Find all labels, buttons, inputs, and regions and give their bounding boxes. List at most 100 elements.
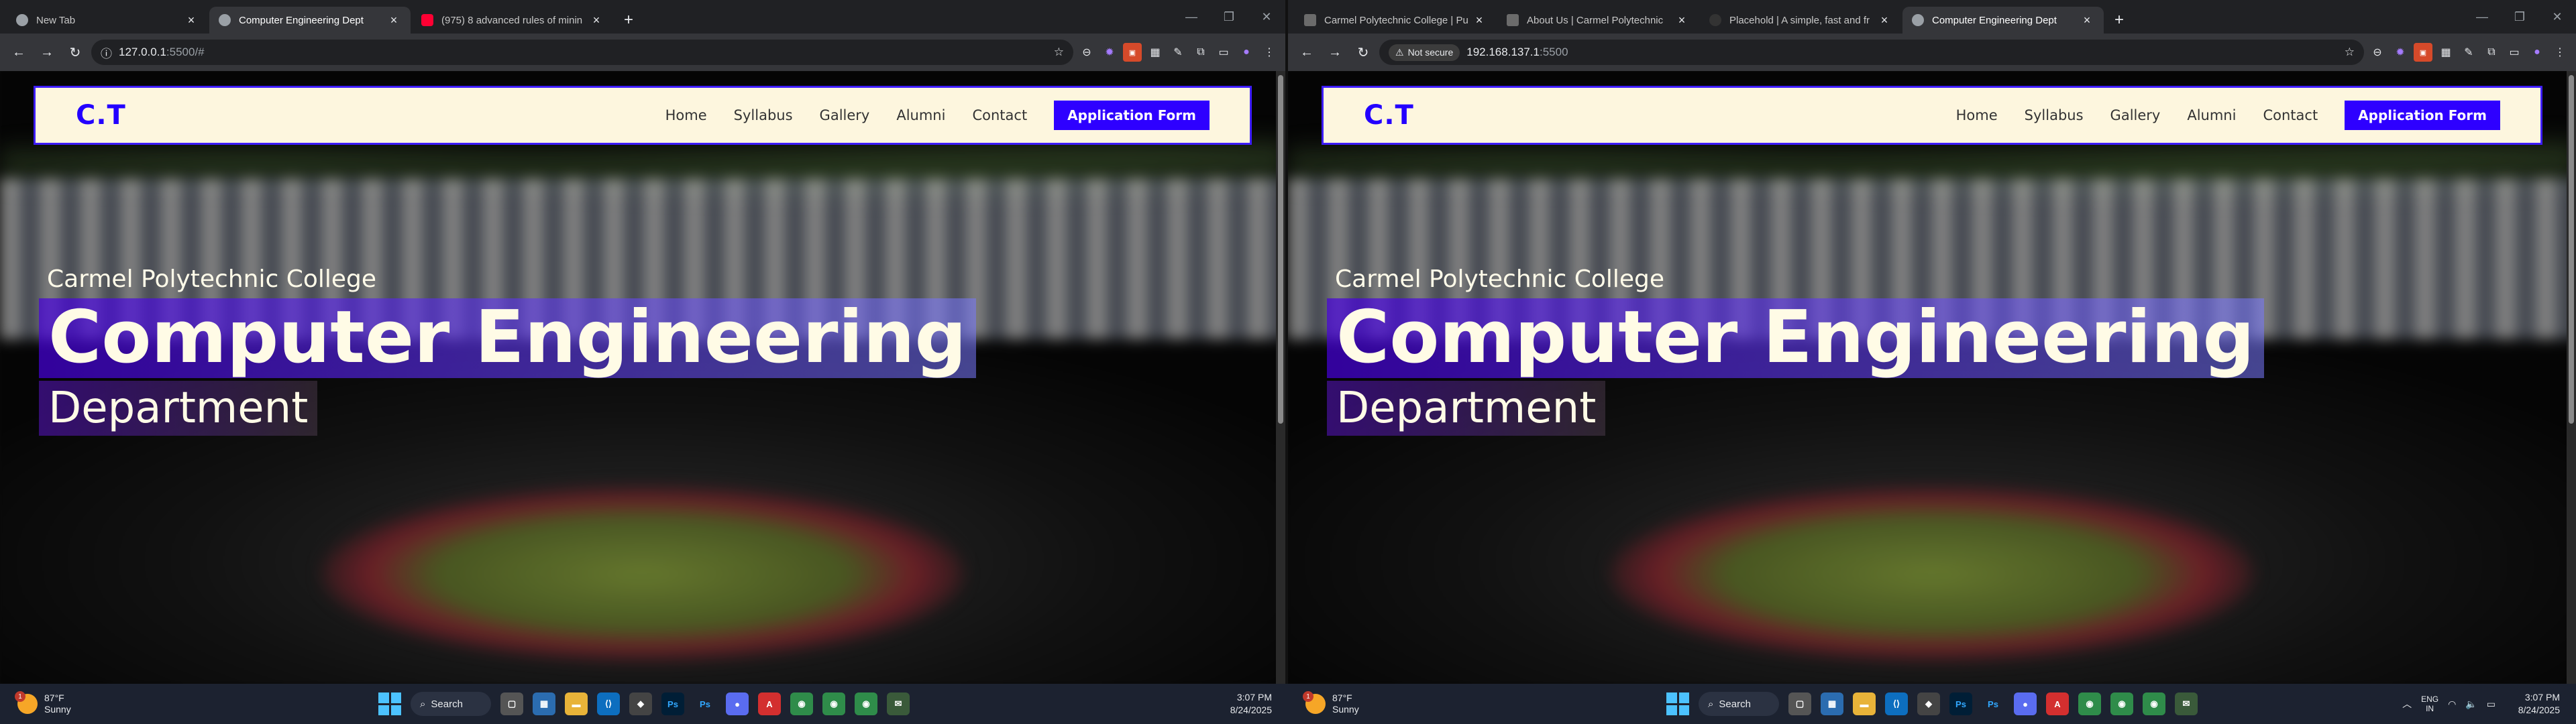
close-icon[interactable]: × [2080,13,2094,27]
screenshot-icon[interactable]: ▭ [1214,43,1233,62]
taskbar-search[interactable]: ⌕ Search [1699,692,1779,716]
minimize-button[interactable]: — [1173,0,1210,34]
close-window-button[interactable]: ✕ [1248,0,1285,34]
file-explorer-icon[interactable]: ▬ [1853,692,1876,715]
chrome-icon[interactable]: ◉ [790,692,813,715]
volume-icon[interactable]: 🔈 [2465,699,2477,710]
scrollbar-thumb[interactable] [2569,75,2574,424]
tab-computer-engineering[interactable]: Computer Engineering Dept × [1902,7,2104,34]
ext-icon-2[interactable]: ✹ [2391,43,2410,62]
acrobat-icon[interactable]: A [758,692,781,715]
taskbar-search[interactable]: ⌕ Search [411,692,491,716]
photoshop-express-icon[interactable]: Ps [1982,692,2004,715]
maximize-button[interactable]: ❐ [1210,0,1248,34]
windows-start-icon[interactable] [378,692,401,715]
widgets-icon[interactable]: ▦ [533,692,555,715]
not-secure-chip[interactable]: ⚠ Not secure [1389,44,1460,61]
close-icon[interactable]: × [1674,13,1689,27]
bookmark-star-icon[interactable]: ☆ [1054,46,1064,59]
menu-icon[interactable]: ⋮ [1260,43,1279,62]
photoshop-icon[interactable]: Ps [661,692,684,715]
tab-computer-engineering[interactable]: Computer Engineering Dept × [209,7,411,34]
close-icon[interactable]: × [184,13,199,27]
tab-carmel-polytechnic[interactable]: Carmel Polytechnic College | Pu × [1295,7,1496,34]
close-icon[interactable]: × [1472,13,1487,27]
vscode-icon[interactable]: ⟨⟩ [597,692,620,715]
application-form-button[interactable]: Application Form [1054,101,1210,130]
new-tab-button[interactable]: + [614,7,643,34]
ext-pen-icon[interactable]: ✎ [2459,43,2478,62]
close-icon[interactable]: × [386,13,401,27]
site-logo[interactable]: C.T [76,100,126,131]
extensions-icon[interactable]: ⧉ [2482,43,2501,62]
app-icon[interactable]: ◆ [1917,692,1940,715]
close-icon[interactable]: × [1877,13,1892,27]
clock[interactable]: 3:07 PM 8/24/2025 [2518,691,2560,717]
app-icon[interactable]: ● [2014,692,2037,715]
application-form-button[interactable]: Application Form [2345,101,2500,130]
ext-icon-2[interactable]: ✹ [1100,43,1119,62]
scrollbar-thumb[interactable] [1278,75,1283,424]
chrome-icon[interactable]: ◉ [822,692,845,715]
back-button[interactable]: ← [7,40,31,64]
address-bar[interactable]: ⚠ Not secure 192.168.137.1:5500 ☆ [1379,40,2364,65]
ext-icon-4[interactable]: ▦ [2436,43,2455,62]
nav-gallery[interactable]: Gallery [2110,107,2161,123]
nav-contact[interactable]: Contact [2263,107,2318,123]
chrome-icon[interactable]: ◉ [2143,692,2165,715]
chrome-icon[interactable]: ◉ [2078,692,2101,715]
weather-widget[interactable]: 1 87°F Sunny [15,691,71,715]
wifi-icon[interactable]: ◠ [2448,699,2456,710]
nav-syllabus[interactable]: Syllabus [2025,107,2084,123]
reload-button[interactable]: ↻ [1351,40,1375,64]
app-icon[interactable]: ✉ [887,692,910,715]
ext-icon-3[interactable]: ▣ [1123,43,1142,62]
forward-button[interactable]: → [35,40,59,64]
chrome-icon[interactable]: ◉ [855,692,877,715]
nav-home[interactable]: Home [1956,107,1998,123]
chevron-up-icon[interactable]: ︿ [2402,697,2412,711]
nav-alumni[interactable]: Alumni [2187,107,2236,123]
app-icon[interactable]: ✉ [2175,692,2198,715]
task-view-icon[interactable]: ▢ [1788,692,1811,715]
app-icon[interactable]: ◆ [629,692,652,715]
tab-placehold[interactable]: Placehold | A simple, fast and fr × [1700,7,1901,34]
nav-alumni[interactable]: Alumni [896,107,945,123]
widgets-icon[interactable]: ▦ [1821,692,1843,715]
bookmark-star-icon[interactable]: ☆ [2345,46,2355,59]
chrome-icon[interactable]: ◉ [2110,692,2133,715]
nav-gallery[interactable]: Gallery [820,107,870,123]
nav-contact[interactable]: Contact [972,107,1027,123]
menu-icon[interactable]: ⋮ [2551,43,2569,62]
acrobat-icon[interactable]: A [2046,692,2069,715]
weather-widget[interactable]: 1 87°F Sunny [1303,691,1359,715]
site-logo[interactable]: C.T [1364,100,1414,131]
new-tab-button[interactable]: + [2105,7,2133,34]
reload-button[interactable]: ↻ [63,40,87,64]
vscode-icon[interactable]: ⟨⟩ [1885,692,1908,715]
minimize-button[interactable]: — [2463,0,2501,34]
forward-button[interactable]: → [1323,40,1347,64]
ext-icon-1[interactable]: ⊖ [1077,43,1096,62]
battery-icon[interactable]: ▭ [2487,699,2496,710]
windows-start-icon[interactable] [1666,692,1689,715]
ext-icon-4[interactable]: ▦ [1146,43,1165,62]
extensions-icon[interactable]: ⧉ [1191,43,1210,62]
file-explorer-icon[interactable]: ▬ [565,692,588,715]
scrollbar[interactable] [1276,71,1285,684]
ext-pen-icon[interactable]: ✎ [1169,43,1187,62]
maximize-button[interactable]: ❐ [2501,0,2538,34]
screenshot-icon[interactable]: ▭ [2505,43,2524,62]
scrollbar[interactable] [2567,71,2576,684]
tab-new-tab[interactable]: New Tab × [7,7,208,34]
tab-youtube[interactable]: (975) 8 advanced rules of minin × [412,7,613,34]
site-info-icon[interactable]: ⓘ [101,44,112,61]
app-icon[interactable]: ● [726,692,749,715]
photoshop-express-icon[interactable]: Ps [694,692,716,715]
nav-home[interactable]: Home [665,107,707,123]
photoshop-icon[interactable]: Ps [1949,692,1972,715]
tab-about-us[interactable]: About Us | Carmel Polytechnic × [1497,7,1699,34]
language-indicator[interactable]: ENG IN [2421,695,2438,714]
task-view-icon[interactable]: ▢ [500,692,523,715]
ext-icon-1[interactable]: ⊖ [2368,43,2387,62]
